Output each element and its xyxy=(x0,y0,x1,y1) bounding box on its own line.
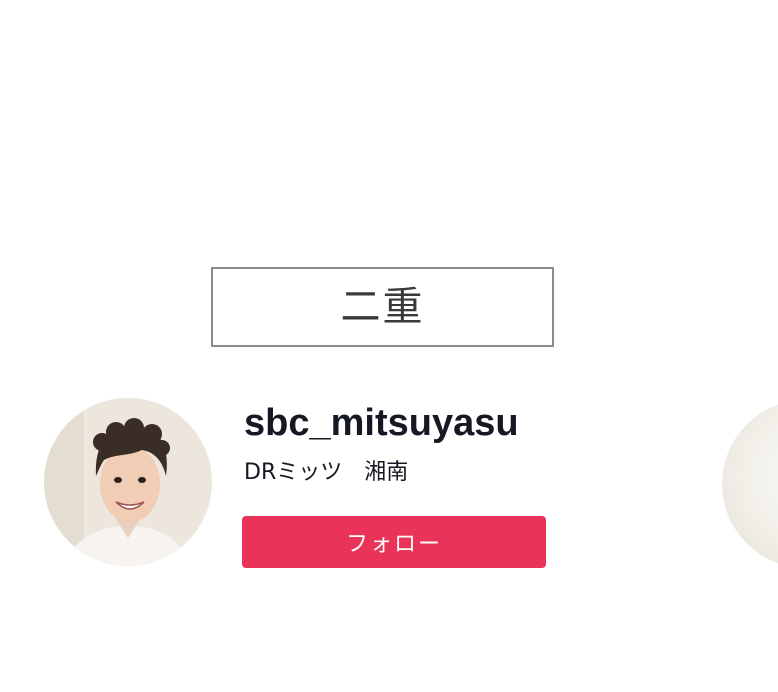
next-account-avatar[interactable] xyxy=(722,400,778,568)
account-display-name: DRミッツ 湘南 xyxy=(244,460,409,485)
avatar[interactable] xyxy=(44,398,212,566)
hashtag-label-box: 二重 xyxy=(211,267,554,347)
account-username[interactable]: sbc_mitsuyasu xyxy=(244,400,519,446)
follow-button[interactable]: フォロー xyxy=(242,516,546,568)
hashtag-label: 二重 xyxy=(340,284,425,330)
recommended-account-card: 二重 sbc_mitsuyasu DRミッツ 湘南 フォロー xyxy=(0,0,778,692)
profile-photo-icon xyxy=(44,398,212,566)
